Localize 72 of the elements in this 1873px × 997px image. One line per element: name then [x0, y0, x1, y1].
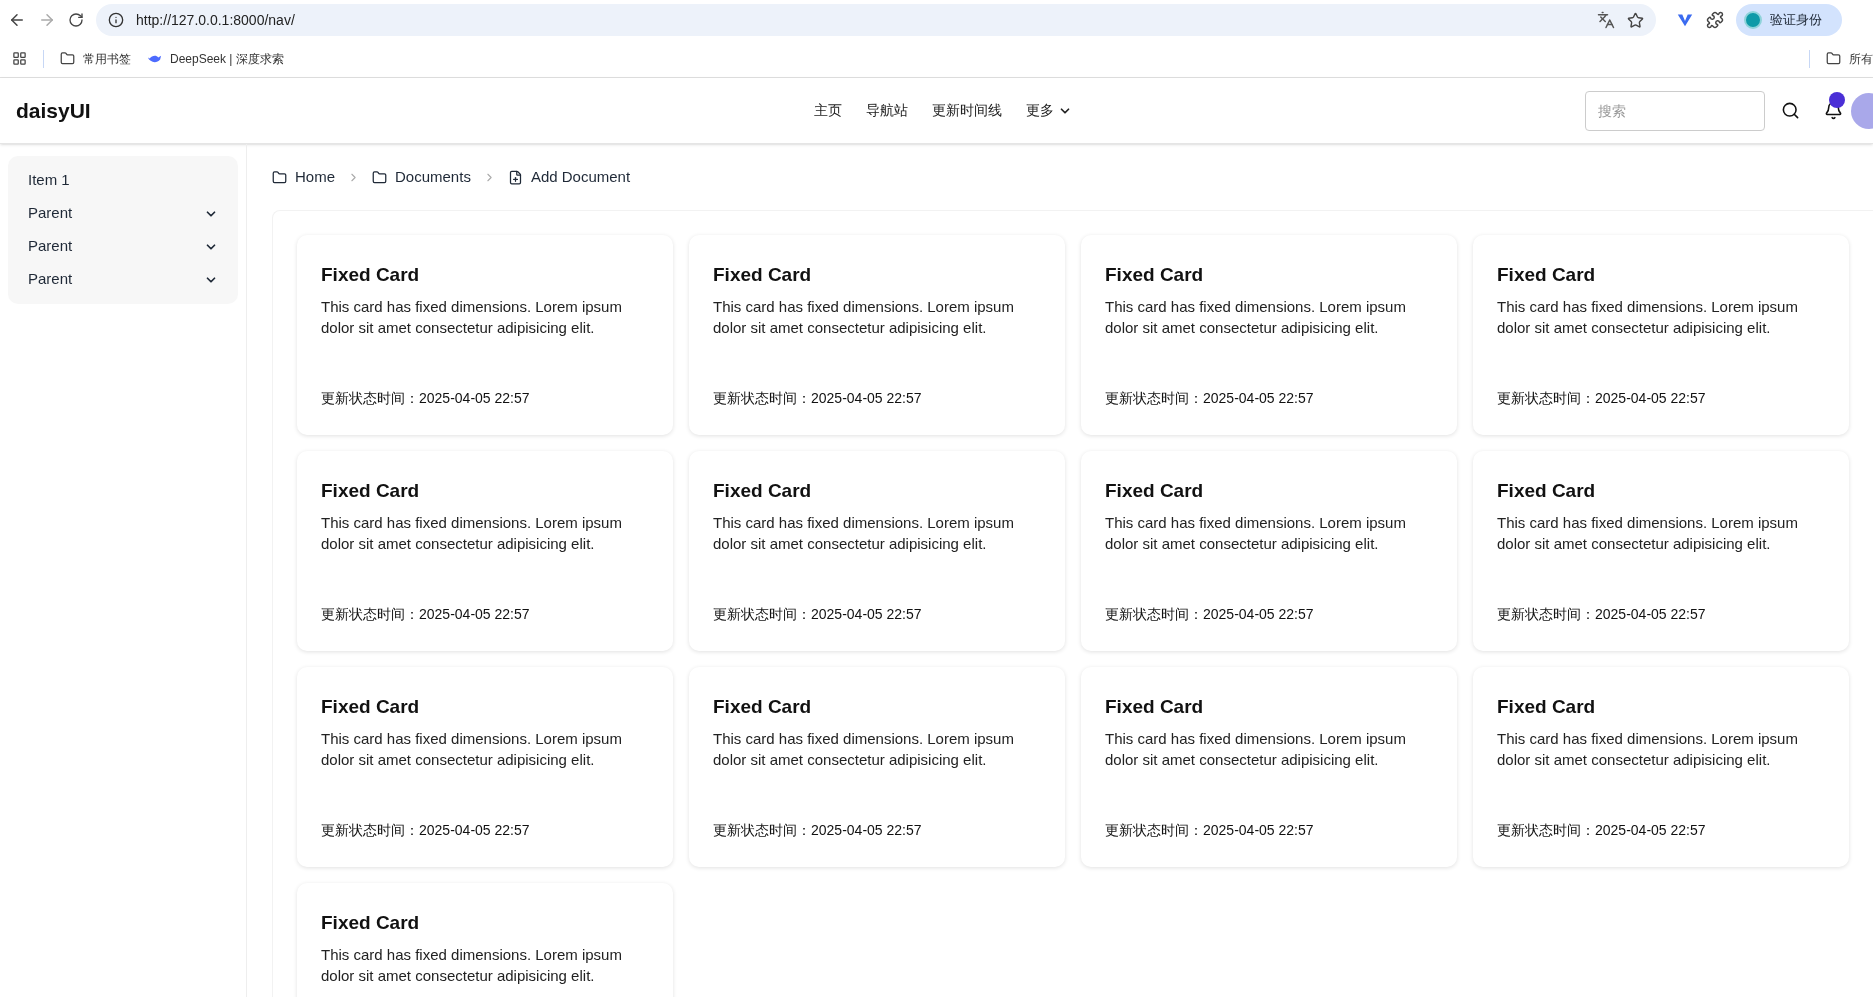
card-timestamp: 更新状态时间：2025-04-05 22:57 [321, 605, 531, 624]
extensions-icon[interactable] [1706, 11, 1724, 29]
folder-icon [1826, 51, 1841, 66]
nav-link[interactable]: 主页 [806, 96, 850, 125]
folder-icon [372, 169, 387, 185]
site-info-icon[interactable] [108, 12, 124, 28]
address-bar[interactable]: http://127.0.0.1:8000/nav/ [96, 4, 1656, 36]
card-title: Fixed Card [1105, 479, 1205, 503]
folder-icon [272, 169, 287, 185]
card-text: This card has fixed dimensions. Lorem ipsum dolor sit amet consectetur adipisicing elit. [1105, 296, 1407, 338]
card-timestamp: 更新状态时间：2025-04-05 22:57 [1497, 605, 1707, 624]
reload-icon[interactable] [68, 12, 84, 28]
card-text: This card has fixed dimensions. Lorem ipsum dolor sit amet consectetur adipisicing elit. [321, 512, 623, 554]
card-text: This card has fixed dimensions. Lorem ipsum dolor sit amet consectetur adipisicing elit. [1497, 512, 1799, 554]
card-timestamp: 更新状态时间：2025-04-05 22:57 [713, 821, 923, 840]
nav-link[interactable]: 导航站 [858, 96, 916, 125]
apps-icon[interactable] [12, 51, 27, 66]
card-timestamp: 更新状态时间：2025-04-05 22:57 [1497, 389, 1707, 408]
url-text: http://127.0.0.1:8000/nav/ [136, 10, 296, 30]
notification-bell-icon[interactable] [1824, 101, 1843, 120]
translate-icon[interactable] [1597, 11, 1615, 29]
breadcrumb-link[interactable]: Home [272, 165, 335, 189]
breadcrumb-link[interactable]: Documents [372, 165, 471, 189]
card-timestamp: 更新状态时间：2025-04-05 22:57 [321, 821, 531, 840]
bookmark-item[interactable]: 所有 [1826, 49, 1873, 68]
card-timestamp: 更新状态时间：2025-04-05 22:57 [713, 605, 923, 624]
sidebar-item[interactable]: Parent [16, 230, 230, 263]
card-text: This card has fixed dimensions. Lorem ipsum dolor sit amet consectetur adipisicing elit. [1497, 728, 1799, 770]
card-title: Fixed Card [321, 479, 421, 503]
file-plus-icon [507, 169, 523, 185]
card-title: Fixed Card [1497, 695, 1597, 719]
bookmark-star-icon[interactable] [1627, 11, 1644, 29]
card-timestamp: 更新状态时间：2025-04-05 22:57 [713, 389, 923, 408]
card-text: This card has fixed dimensions. Lorem ipsum dolor sit amet consectetur adipisicing elit. [713, 296, 1015, 338]
nav-link[interactable]: 更新时间线 [924, 96, 1010, 125]
card-text: This card has fixed dimensions. Lorem ipsum dolor sit amet consectetur adipisicing elit. [321, 728, 623, 770]
card-text: This card has fixed dimensions. Lorem ipsum dolor sit amet consectetur adipisicing elit. [713, 512, 1015, 554]
search-icon[interactable] [1781, 101, 1800, 120]
card-title: Fixed Card [713, 695, 813, 719]
bookmark-item[interactable]: DeepSeek | 深度求索 [147, 49, 284, 68]
brand-logo[interactable]: daisyUI [16, 94, 806, 127]
profile-avatar-icon [1744, 11, 1762, 29]
sidebar-item[interactable]: Parent [16, 263, 230, 296]
card-text: This card has fixed dimensions. Lorem ipsum dolor sit amet consectetur adipisicing elit. [321, 296, 623, 338]
card-text: This card has fixed dimensions. Lorem ipsum dolor sit amet consectetur adipisicing elit. [1105, 728, 1407, 770]
card-timestamp: 更新状态时间：2025-04-05 22:57 [321, 389, 531, 408]
card-title: Fixed Card [1497, 479, 1597, 503]
breadcrumb-link[interactable]: Add Document [507, 165, 631, 189]
card-title: Fixed Card [321, 263, 421, 287]
card-text: This card has fixed dimensions. Lorem ipsum dolor sit amet consectetur adipisicing elit. [321, 944, 623, 986]
sidebar-item[interactable]: Item 1 [16, 164, 230, 197]
card-title: Fixed Card [1105, 263, 1205, 287]
back-icon[interactable] [8, 11, 26, 29]
card-title: Fixed Card [1105, 695, 1205, 719]
search-field[interactable]: 搜索 [1585, 90, 1765, 131]
card-timestamp: 更新状态时间：2025-04-05 22:57 [1497, 821, 1707, 840]
sidebar-item[interactable]: Parent [16, 197, 230, 230]
nav-link[interactable]: 更多 [1018, 96, 1080, 125]
card-title: Fixed Card [713, 263, 813, 287]
card-title: Fixed Card [1497, 263, 1597, 287]
card-text: This card has fixed dimensions. Lorem ipsum dolor sit amet consectetur adipisicing elit. [1497, 296, 1799, 338]
card-timestamp: 更新状态时间：2025-04-05 22:57 [1105, 389, 1315, 408]
folder-icon [60, 51, 75, 66]
card-title: Fixed Card [321, 911, 421, 935]
profile-button[interactable]: 验证身份 [1736, 4, 1842, 36]
card-text: This card has fixed dimensions. Lorem ipsum dolor sit amet consectetur adipisicing elit. [713, 728, 1015, 770]
card-title: Fixed Card [713, 479, 813, 503]
card-timestamp: 更新状态时间：2025-04-05 22:57 [1105, 605, 1315, 624]
card-timestamp: 更新状态时间：2025-04-05 22:57 [1105, 821, 1315, 840]
bookmark-item[interactable]: 常用书签 [60, 49, 131, 68]
card-title: Fixed Card [321, 695, 421, 719]
card-text: This card has fixed dimensions. Lorem ipsum dolor sit amet consectetur adipisicing elit. [1105, 512, 1407, 554]
